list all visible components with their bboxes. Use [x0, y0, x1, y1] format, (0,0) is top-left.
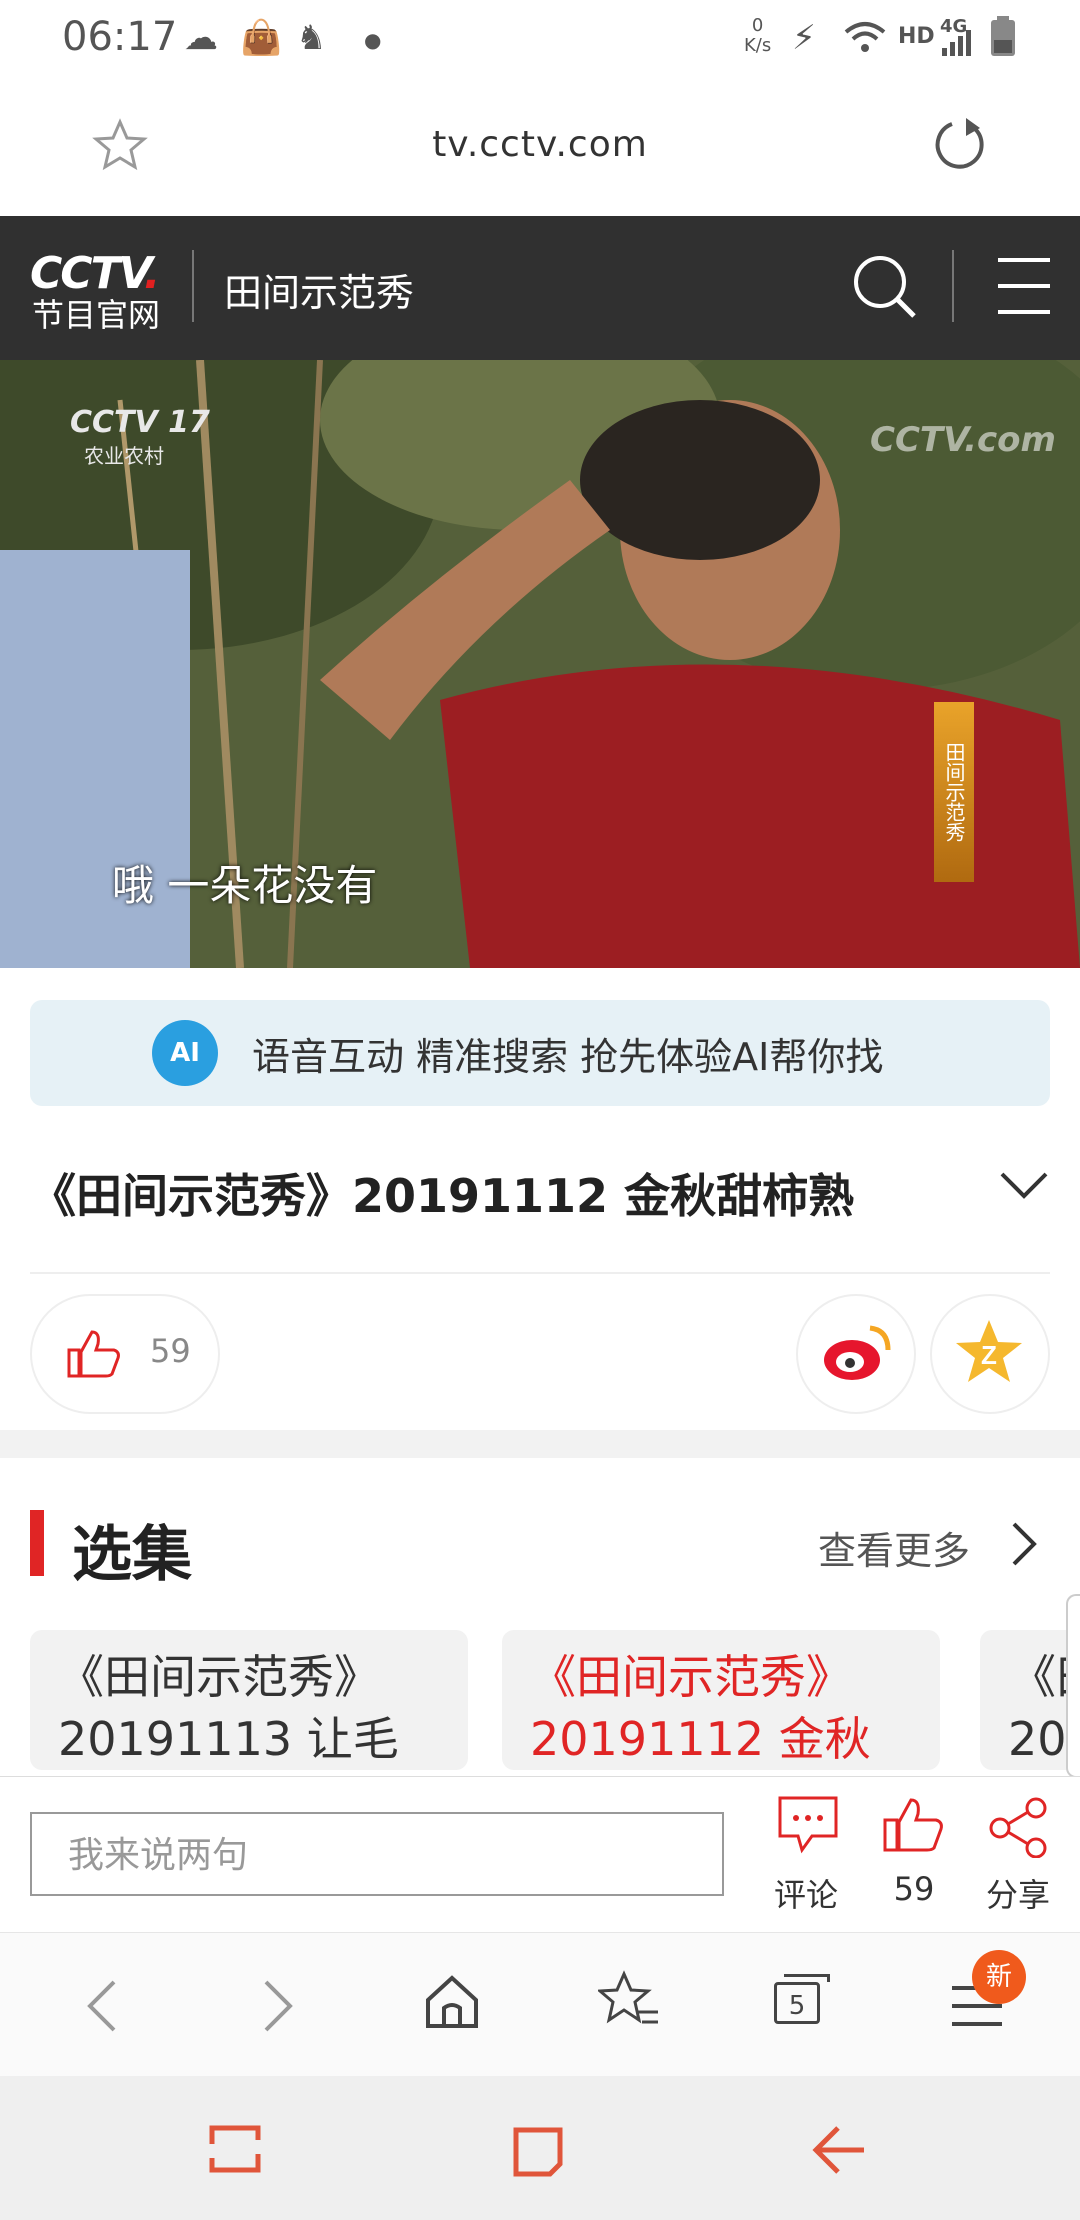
- video-side-tag: 田间示范秀: [934, 702, 974, 882]
- episode-card-subtitle: 20191112 金秋: [530, 1712, 871, 1766]
- episode-card[interactable]: 《田 201: [980, 1630, 1080, 1770]
- comment-icon[interactable]: [776, 1794, 840, 1856]
- chevron-down-icon[interactable]: [998, 1166, 1050, 1206]
- share-icon[interactable]: [988, 1796, 1050, 1858]
- ai-search-icon: AI: [152, 1020, 218, 1086]
- thumbs-up-icon: [67, 1330, 120, 1378]
- back-button-icon[interactable]: [812, 2124, 868, 2176]
- episode-card-title: 《田: [1010, 1650, 1080, 1704]
- channel-sub: 农业农村: [84, 444, 164, 468]
- episode-title: 《田间示范秀》20191112 金秋甜柿熟: [30, 1169, 855, 1223]
- weather-icon: ☁: [184, 18, 218, 58]
- back-icon[interactable]: [84, 1978, 120, 2034]
- like-button[interactable]: [30, 1294, 220, 1414]
- signal-icon: [942, 30, 971, 56]
- episode-card[interactable]: 《田间示范秀》 20191113 让毛: [30, 1630, 468, 1770]
- video-subtitle: 哦 一朵花没有: [112, 861, 378, 910]
- bookmarks-icon[interactable]: [598, 1970, 660, 2032]
- like-icon[interactable]: [882, 1796, 946, 1854]
- video-watermark: CCTV.com: [870, 420, 1056, 460]
- episode-card-subtitle: 20191113 让毛: [58, 1712, 399, 1766]
- menu-icon[interactable]: [984, 256, 1050, 316]
- net-speed: 0 K/s: [744, 15, 772, 56]
- tabs-stack-decoration: [784, 1974, 830, 1982]
- browser-toolbar: [0, 1932, 1080, 2077]
- channel-logo: CCTV 17: [70, 405, 210, 440]
- url-text[interactable]: tv.cctv.com: [0, 124, 1080, 165]
- new-badge: 新: [972, 1950, 1026, 2004]
- shopping-bag-icon: 👜: [240, 18, 283, 58]
- share-label: 分享: [985, 1876, 1050, 1914]
- divider: [30, 1272, 1050, 1274]
- tabs-button[interactable]: 5: [774, 1982, 820, 2024]
- like-count-label: 59: [893, 1870, 935, 1908]
- data-transfer-icon: ⚡: [792, 18, 816, 58]
- hd-indicator: HD: [898, 24, 935, 49]
- home-button-icon[interactable]: [510, 2124, 566, 2180]
- see-more-link[interactable]: 查看更多: [818, 1520, 970, 1575]
- weibo-icon: [824, 1325, 891, 1380]
- cctv-logo-sub: 节目官网: [32, 296, 161, 334]
- qzone-star-icon: Z: [956, 1320, 1022, 1382]
- svg-text:Z: Z: [981, 1340, 997, 1370]
- reload-icon[interactable]: [930, 114, 990, 174]
- episode-card-title: 《田间示范秀》: [58, 1650, 380, 1704]
- search-icon[interactable]: [850, 252, 920, 322]
- episode-card-subtitle: 201: [1008, 1712, 1080, 1766]
- episode-card-active[interactable]: 《田间示范秀》 20191112 金秋: [502, 1630, 940, 1770]
- section-spacer: [0, 1430, 1080, 1458]
- home-icon[interactable]: [424, 1974, 480, 2030]
- section-title: 选集: [72, 1520, 192, 1590]
- ai-banner-text: 语音互动 精准搜索 抢先体验AI帮你找: [252, 1035, 884, 1079]
- comment-input[interactable]: 我来说两句: [30, 1812, 724, 1896]
- wifi-icon: [844, 22, 886, 52]
- status-time: 06:17: [62, 14, 178, 60]
- app-notification-icon: ♞: [296, 18, 327, 58]
- like-count: 59: [150, 1332, 191, 1370]
- section-accent-bar: [30, 1510, 44, 1576]
- episode-card-title: 《田间示范秀》: [530, 1650, 852, 1704]
- forward-icon[interactable]: [260, 1978, 296, 2034]
- program-title[interactable]: 田间示范秀: [224, 262, 414, 317]
- comment-label: 评论: [773, 1876, 838, 1914]
- battery-icon: [991, 16, 1015, 56]
- chevron-right-icon[interactable]: [1010, 1520, 1040, 1568]
- header-divider-2: [952, 250, 954, 322]
- more-notifications-dot: ●: [364, 28, 382, 52]
- recent-apps-icon[interactable]: [208, 2124, 262, 2174]
- tabs-count: 5: [788, 1991, 806, 2021]
- header-divider: [192, 250, 194, 322]
- side-scroll-handle[interactable]: [1066, 1594, 1080, 1778]
